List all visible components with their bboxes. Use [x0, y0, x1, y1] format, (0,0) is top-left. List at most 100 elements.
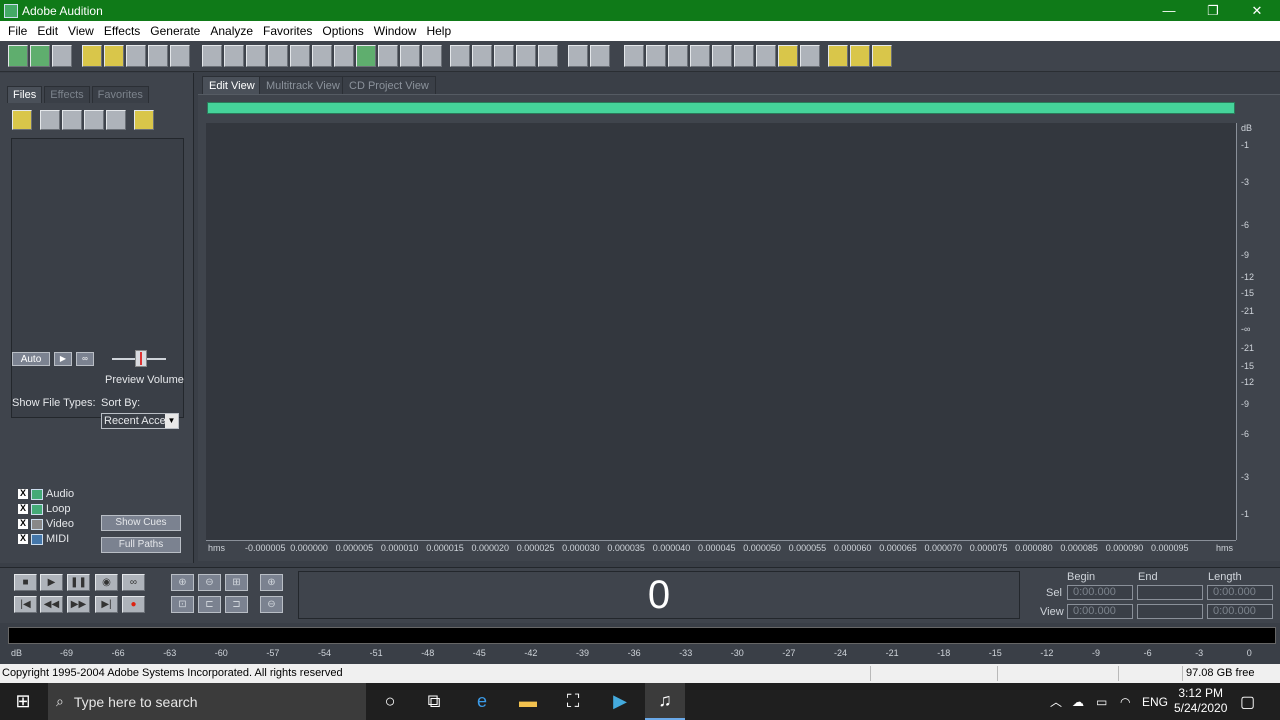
save-as-icon[interactable]	[148, 45, 168, 67]
menu-file[interactable]: File	[3, 24, 32, 38]
copy-icon[interactable]	[268, 45, 288, 67]
zoom-right-icon[interactable]: ⊐	[225, 596, 248, 613]
zoom-in-vertical-icon[interactable]: ⊕	[260, 574, 283, 591]
marquee-tool-icon[interactable]	[590, 45, 610, 67]
help-icon[interactable]	[872, 45, 892, 67]
wifi-icon[interactable]: ◠	[1120, 683, 1130, 720]
mix-paste-icon[interactable]	[356, 45, 376, 67]
menu-window[interactable]: Window	[369, 24, 422, 38]
menu-view[interactable]: View	[63, 24, 99, 38]
levels-window-icon[interactable]	[778, 45, 798, 67]
redo-icon[interactable]	[224, 45, 244, 67]
save-all-icon[interactable]	[170, 45, 190, 67]
minimize-button[interactable]: —	[1147, 0, 1191, 21]
waveform-display[interactable]	[206, 123, 1236, 540]
grid-icon-3[interactable]	[538, 45, 558, 67]
audition-taskbar-icon[interactable]: ♫	[645, 683, 685, 720]
notifications-icon[interactable]: ▢	[1240, 683, 1255, 720]
paste-icon[interactable]	[312, 45, 332, 67]
trim-icon[interactable]	[378, 45, 398, 67]
multitrack-view-icon[interactable]	[30, 45, 50, 67]
zoom-out-horizontal-icon[interactable]: ⊖	[198, 574, 221, 591]
show-hidden-icons-icon[interactable]: ︿	[1050, 683, 1062, 720]
sort-by-select[interactable]: Recent Access ▼	[101, 413, 179, 429]
show-cues-button[interactable]: Show Cues	[101, 515, 181, 531]
onedrive-icon[interactable]: ☁	[1072, 683, 1084, 720]
store-icon[interactable]: ⛶	[553, 683, 593, 720]
view-length-field[interactable]: 0:00.000	[1207, 604, 1273, 619]
edit-file-icon[interactable]	[62, 110, 82, 130]
windows-start-icon[interactable]: ⊞	[0, 683, 46, 720]
zoom-selection-icon[interactable]: ⊡	[171, 596, 194, 613]
filetype-audio[interactable]: X Audio	[18, 488, 74, 500]
filetype-midi[interactable]: X MIDI	[18, 533, 69, 545]
task-view-icon[interactable]: ⧉	[414, 683, 454, 720]
taskbar-search-box[interactable]: ⌕ Type here to search	[48, 683, 366, 720]
cut-icon[interactable]	[246, 45, 266, 67]
preview-loop-button[interactable]: ∞	[76, 352, 94, 366]
edit-view-icon[interactable]	[8, 45, 28, 67]
input-language[interactable]: ENG	[1142, 683, 1168, 720]
audio-checkbox[interactable]: X	[18, 489, 28, 499]
play-to-end-button[interactable]: ◉	[95, 574, 118, 591]
menu-edit[interactable]: Edit	[32, 24, 63, 38]
media-app-icon[interactable]: ▶	[600, 683, 640, 720]
import-file-icon[interactable]	[12, 110, 32, 130]
insert-cd-icon[interactable]	[106, 110, 126, 130]
new-file-icon[interactable]	[82, 45, 102, 67]
menu-effects[interactable]: Effects	[99, 24, 145, 38]
menu-generate[interactable]: Generate	[145, 24, 205, 38]
video-checkbox[interactable]: X	[18, 519, 28, 529]
view-end-field[interactable]	[1137, 604, 1203, 619]
play-window-icon[interactable]	[690, 45, 710, 67]
window-icon-1[interactable]	[624, 45, 644, 67]
loop-checkbox[interactable]: X	[18, 504, 28, 514]
auto-play-button[interactable]: Auto	[12, 352, 50, 366]
zoom-left-icon[interactable]: ⊏	[198, 596, 221, 613]
grid-icon-2[interactable]	[516, 45, 536, 67]
zoom-out-vertical-icon[interactable]: ⊖	[260, 596, 283, 613]
copy-new-icon[interactable]	[290, 45, 310, 67]
fast-forward-button[interactable]: ▶▶	[67, 596, 90, 613]
menu-analyze[interactable]: Analyze	[205, 24, 258, 38]
sel-end-field[interactable]	[1137, 585, 1203, 600]
checkbox-icon[interactable]	[472, 45, 492, 67]
sel-length-field[interactable]: 0:00.000	[1207, 585, 1273, 600]
loop-play-button[interactable]: ∞	[122, 574, 145, 591]
open-file-icon[interactable]	[104, 45, 124, 67]
window-icon-2[interactable]	[646, 45, 666, 67]
meter-window-icon[interactable]	[756, 45, 776, 67]
record-button[interactable]: ●	[122, 596, 145, 613]
insert-file-icon[interactable]	[84, 110, 104, 130]
go-to-end-button[interactable]: ▶|	[95, 596, 118, 613]
window-icon-3[interactable]	[668, 45, 688, 67]
time-selection-tool-icon[interactable]	[568, 45, 588, 67]
close-button[interactable]: ✕	[1235, 0, 1279, 21]
sel-begin-field[interactable]: 0:00.000	[1067, 585, 1133, 600]
time-window-icon[interactable]	[734, 45, 754, 67]
edge-browser-icon[interactable]: e	[462, 683, 502, 720]
preview-play-button[interactable]: ▶	[54, 352, 72, 366]
grid-icon-1[interactable]	[494, 45, 514, 67]
chevron-down-icon[interactable]: ▼	[165, 414, 178, 428]
stop-button[interactable]: ■	[14, 574, 37, 591]
loop-icon[interactable]	[422, 45, 442, 67]
maximize-button[interactable]: ❐	[1191, 0, 1235, 21]
menu-options[interactable]: Options	[317, 24, 368, 38]
zoom-window-icon[interactable]	[712, 45, 732, 67]
tab-multitrack-view[interactable]: Multitrack View	[259, 76, 347, 94]
midi-checkbox[interactable]: X	[18, 534, 28, 544]
view-begin-field[interactable]: 0:00.000	[1067, 604, 1133, 619]
rewind-button[interactable]: ◀◀	[40, 596, 63, 613]
play-button[interactable]: ▶	[40, 574, 63, 591]
tab-favorites[interactable]: Favorites	[91, 86, 149, 103]
settings-icon[interactable]	[828, 45, 848, 67]
battery-icon[interactable]: ▭	[1096, 683, 1107, 720]
file-options-icon[interactable]	[134, 110, 154, 130]
filetype-video[interactable]: X Video	[18, 518, 74, 530]
edit-settings-icon[interactable]	[850, 45, 870, 67]
full-paths-button[interactable]: Full Paths	[101, 537, 181, 553]
filetype-loop[interactable]: X Loop	[18, 503, 70, 515]
tab-edit-view[interactable]: Edit View	[202, 76, 262, 94]
file-explorer-icon[interactable]: ▬	[508, 683, 548, 720]
